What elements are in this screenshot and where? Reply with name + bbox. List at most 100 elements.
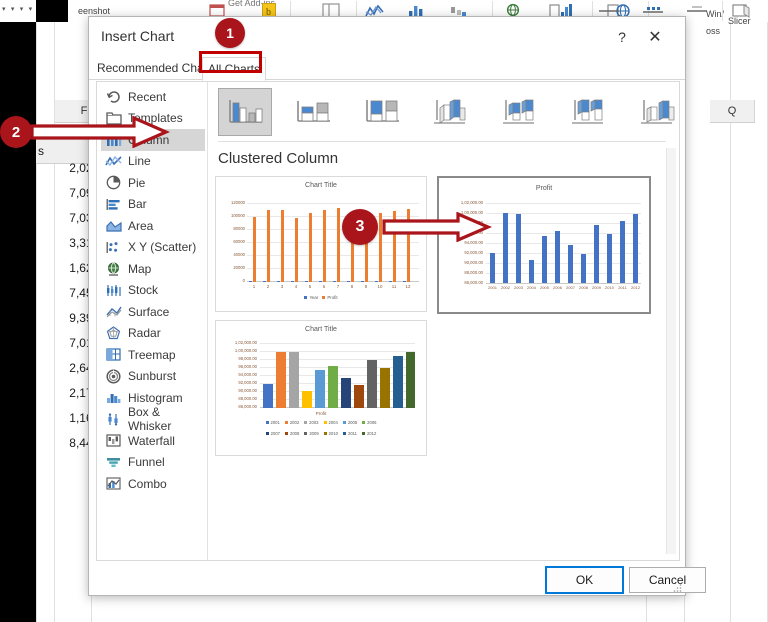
- column-chart-chevron-down-icon[interactable]: ▾: [20, 6, 24, 13]
- legend-label: 2010: [328, 431, 338, 436]
- close-icon[interactable]: ✕: [643, 26, 667, 48]
- sidebar-item-pie[interactable]: Pie: [101, 172, 205, 194]
- legend-swatch: [265, 432, 269, 435]
- preview-1-xtick: 3: [280, 284, 284, 289]
- preview-2-chart: Profit 1,02,000.00 1,00,000.00 98,000.00…: [442, 181, 646, 309]
- line-chart-chevron-down-icon[interactable]: ▾: [11, 6, 15, 13]
- legend-label: 2009: [309, 431, 319, 436]
- preview-3-ytick: 90,000.00: [238, 388, 257, 393]
- sidebar-item-combo[interactable]: Combo: [101, 473, 205, 495]
- map-icon: [104, 261, 123, 277]
- legend-swatch: [322, 296, 326, 299]
- legend-label: Year: [309, 295, 319, 300]
- sidebar-item-bar[interactable]: Bar: [101, 194, 205, 216]
- legend-entry: 2004: [323, 420, 338, 425]
- ribbon-label-loss: oss: [706, 26, 721, 36]
- sidebar-item-surface-label: Surface: [128, 304, 170, 319]
- sidebar-item-combo-label: Combo: [128, 476, 167, 491]
- screen-edge-mask: [0, 22, 36, 622]
- sidebar-item-waterfall[interactable]: Waterfall: [101, 430, 205, 452]
- chart-subtype-strip: [218, 88, 675, 136]
- legend-swatch: [342, 432, 346, 435]
- chart-preview-1[interactable]: Chart Title 120000 100000 80000 60000 40…: [215, 176, 427, 312]
- sidebar-item-sunburst-label: Sunburst: [128, 369, 177, 384]
- subtype-3d-stacked-column[interactable]: [494, 88, 546, 134]
- preview-1-ytick: 60000: [233, 239, 245, 244]
- preview-1-xtick: 12: [405, 284, 411, 289]
- recent-icon: [104, 89, 123, 105]
- legend-swatch: [362, 432, 365, 435]
- preview-1-ytick: 100000: [231, 213, 245, 218]
- preview-3-ytick: 96,000.00: [238, 364, 257, 369]
- sidebar-item-treemap[interactable]: Treemap: [101, 344, 205, 366]
- legend-entry: 2006: [362, 420, 376, 425]
- subtype-3d-clustered-column[interactable]: [425, 88, 477, 134]
- sidebar-item-box-whisker[interactable]: Box & Whisker: [101, 405, 205, 433]
- waterfall-chart-chevron-down-icon[interactable]: ▾: [29, 6, 33, 13]
- preview-1-ytick: 0: [242, 278, 245, 283]
- legend-label: 2012: [367, 431, 377, 436]
- boxwhisker-icon: [104, 411, 123, 427]
- chart-preview-pane: Clustered Column Chart Title 120000 1000…: [208, 82, 678, 560]
- preview-2-xtick: 2012: [631, 285, 640, 290]
- subtype-stacked-column[interactable]: [287, 88, 339, 134]
- chart-preview-2[interactable]: Profit 1,02,000.00 1,00,000.00 98,000.00…: [437, 176, 651, 314]
- legend-label: Profit: [327, 295, 338, 300]
- preview-3-ytick: 88,000.00: [238, 396, 257, 401]
- help-icon[interactable]: ?: [611, 26, 633, 48]
- legend-entry: 2010: [323, 431, 338, 436]
- sidebar-item-radar[interactable]: Radar: [101, 323, 205, 345]
- legend-swatch: [304, 421, 308, 424]
- sidebar-item-surface[interactable]: Surface: [101, 301, 205, 323]
- preview-3-ytick: 86,000.00: [238, 404, 257, 409]
- preview-1-xtick: 4: [294, 284, 298, 289]
- ok-button[interactable]: OK: [545, 566, 624, 594]
- sidebar-item-line[interactable]: Line: [101, 151, 205, 173]
- preview-3-ytick: 94,000.00: [238, 372, 257, 377]
- cancel-button[interactable]: Cancel: [629, 567, 706, 593]
- legend-label: 2003: [309, 420, 319, 425]
- subtype-clustered-column[interactable]: [218, 88, 272, 136]
- legend-label: 2002: [289, 420, 300, 425]
- sidebar-item-stock[interactable]: Stock: [101, 280, 205, 302]
- column-header-q[interactable]: Q: [710, 100, 755, 123]
- preview-1-ytick: 40000: [233, 252, 245, 257]
- highlight-box-all-charts: [199, 51, 262, 73]
- preview-1-xtick: 10: [377, 284, 383, 289]
- sidebar-item-funnel[interactable]: Funnel: [101, 452, 205, 474]
- chart-preview-3[interactable]: Chart Title 1,02,000.00 1,00,000.00 98,0…: [215, 320, 427, 456]
- subtype-100-stacked-column[interactable]: [356, 88, 408, 134]
- sidebar-item-area[interactable]: Area: [101, 215, 205, 237]
- subtype-divider: [218, 141, 666, 142]
- preview-1-chart: Chart Title 120000 100000 80000 60000 40…: [216, 177, 426, 311]
- sidebar-item-scatter[interactable]: X Y (Scatter): [101, 237, 205, 259]
- subtype-3d-column[interactable]: [632, 88, 684, 134]
- sidebar-item-scatter-label: X Y (Scatter): [128, 240, 197, 255]
- preview-scrollbar[interactable]: [666, 148, 676, 554]
- legend-entry: 2011: [342, 431, 357, 436]
- insert-chart-dialog: Insert Chart ? ✕ Recommended Charts All …: [88, 16, 706, 596]
- legend-label: 2006: [367, 420, 377, 425]
- sidebar-item-sunburst[interactable]: Sunburst: [101, 366, 205, 388]
- legend-swatch: [323, 421, 327, 424]
- preview-2-title: Profit: [535, 185, 553, 192]
- legend-swatch: [362, 421, 366, 424]
- sidebar-item-recent[interactable]: Recent: [101, 86, 205, 108]
- legend-label: 2001: [270, 420, 280, 425]
- sidebar-item-map[interactable]: Map: [101, 258, 205, 280]
- preview-1-xtick: 1: [252, 284, 256, 289]
- annotation-badge-2: 2: [0, 116, 32, 148]
- sidebar-item-pie-label: Pie: [128, 175, 146, 190]
- preview-2-ytick: 1,02,000.00: [460, 200, 483, 205]
- waterfall-icon: [104, 433, 123, 449]
- preview-1-xtick: 9: [364, 284, 368, 289]
- legend-swatch: [265, 421, 269, 424]
- screenshot-chevron-down-icon[interactable]: ▾: [2, 6, 6, 13]
- chart-category-list: Recent Templates Column Line Pie Bar: [97, 82, 208, 560]
- annotation-arrow-2: [30, 116, 170, 148]
- legend-label: 2008: [290, 431, 300, 436]
- preview-3-axis-title: Profit: [315, 411, 327, 416]
- subtype-3d-100-stacked-column[interactable]: [563, 88, 615, 134]
- preview-3-ytick: 1,02,000.00: [234, 340, 257, 345]
- resize-grip-icon[interactable]: [672, 583, 682, 593]
